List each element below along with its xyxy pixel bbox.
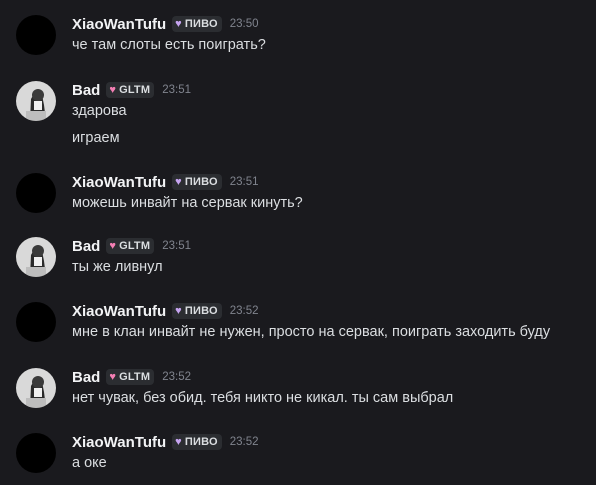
user-tag: ♥ GLTM [106,238,155,254]
avatar[interactable] [16,368,56,408]
timestamp: 23:52 [162,371,192,383]
avatar[interactable] [16,173,56,213]
user-tag-label: ПИВО [184,305,218,317]
user-tag: ♥ GLTM [106,369,155,385]
avatar[interactable] [16,15,56,55]
user-tag-label: GLTM [119,240,151,252]
user-tag-label: ПИВО [184,176,218,188]
user-tag: ♥ GLTM [106,82,155,98]
message-header: XiaoWanTufu ♥ ПИВО 23:52 [72,300,259,322]
username[interactable]: XiaoWanTufu [72,434,166,451]
username[interactable]: Bad [72,82,100,99]
user-tag: ♥ ПИВО [172,16,222,32]
message-header: XiaoWanTufu ♥ ПИВО 23:50 [72,13,259,35]
username[interactable]: XiaoWanTufu [72,16,166,33]
avatar[interactable] [16,237,56,277]
avatar[interactable] [16,433,56,473]
message-header: XiaoWanTufu ♥ ПИВО 23:52 [72,431,259,453]
heart-icon: ♥ [175,305,182,317]
message-text: играем [72,130,120,146]
timestamp: 23:51 [162,240,192,252]
user-tag: ♥ ПИВО [172,434,222,450]
message-text: здарова [72,103,127,119]
message-header: Bad ♥ GLTM 23:52 [72,366,191,388]
user-tag-label: GLTM [119,84,151,96]
chat-log: XiaoWanTufu ♥ ПИВО 23:50 че там слоты ес… [0,0,596,485]
heart-icon: ♥ [175,176,182,188]
message-header: Bad ♥ GLTM 23:51 [72,235,191,257]
timestamp: 23:52 [229,436,259,448]
message-header: Bad ♥ GLTM 23:51 [72,79,191,101]
user-tag-label: ПИВО [184,18,218,30]
heart-icon: ♥ [175,436,182,448]
message-text: че там слоты есть поиграть? [72,37,266,53]
message-header: XiaoWanTufu ♥ ПИВО 23:51 [72,171,259,193]
message-text: нет чувак, без обид. тебя никто не кикал… [72,390,454,406]
username[interactable]: XiaoWanTufu [72,174,166,191]
message-text: а оке [72,455,107,471]
user-tag-label: GLTM [119,371,151,383]
heart-icon: ♥ [175,18,182,30]
timestamp: 23:52 [229,305,259,317]
heart-icon: ♥ [109,240,117,252]
timestamp: 23:51 [229,176,259,188]
username[interactable]: Bad [72,369,100,386]
message-text: мне в клан инвайт не нужен, просто на се… [72,324,551,340]
heart-icon: ♥ [109,84,117,96]
avatar[interactable] [16,81,56,121]
username[interactable]: Bad [72,238,100,255]
user-tag-label: ПИВО [184,436,218,448]
message-text: ты же ливнул [72,259,163,275]
timestamp: 23:50 [229,18,259,30]
timestamp: 23:51 [162,84,192,96]
username[interactable]: XiaoWanTufu [72,303,166,320]
heart-icon: ♥ [109,371,117,383]
message-text: можешь инвайт на сервак кинуть? [72,195,303,211]
user-tag: ♥ ПИВО [172,303,222,319]
user-tag: ♥ ПИВО [172,174,222,190]
avatar[interactable] [16,302,56,342]
